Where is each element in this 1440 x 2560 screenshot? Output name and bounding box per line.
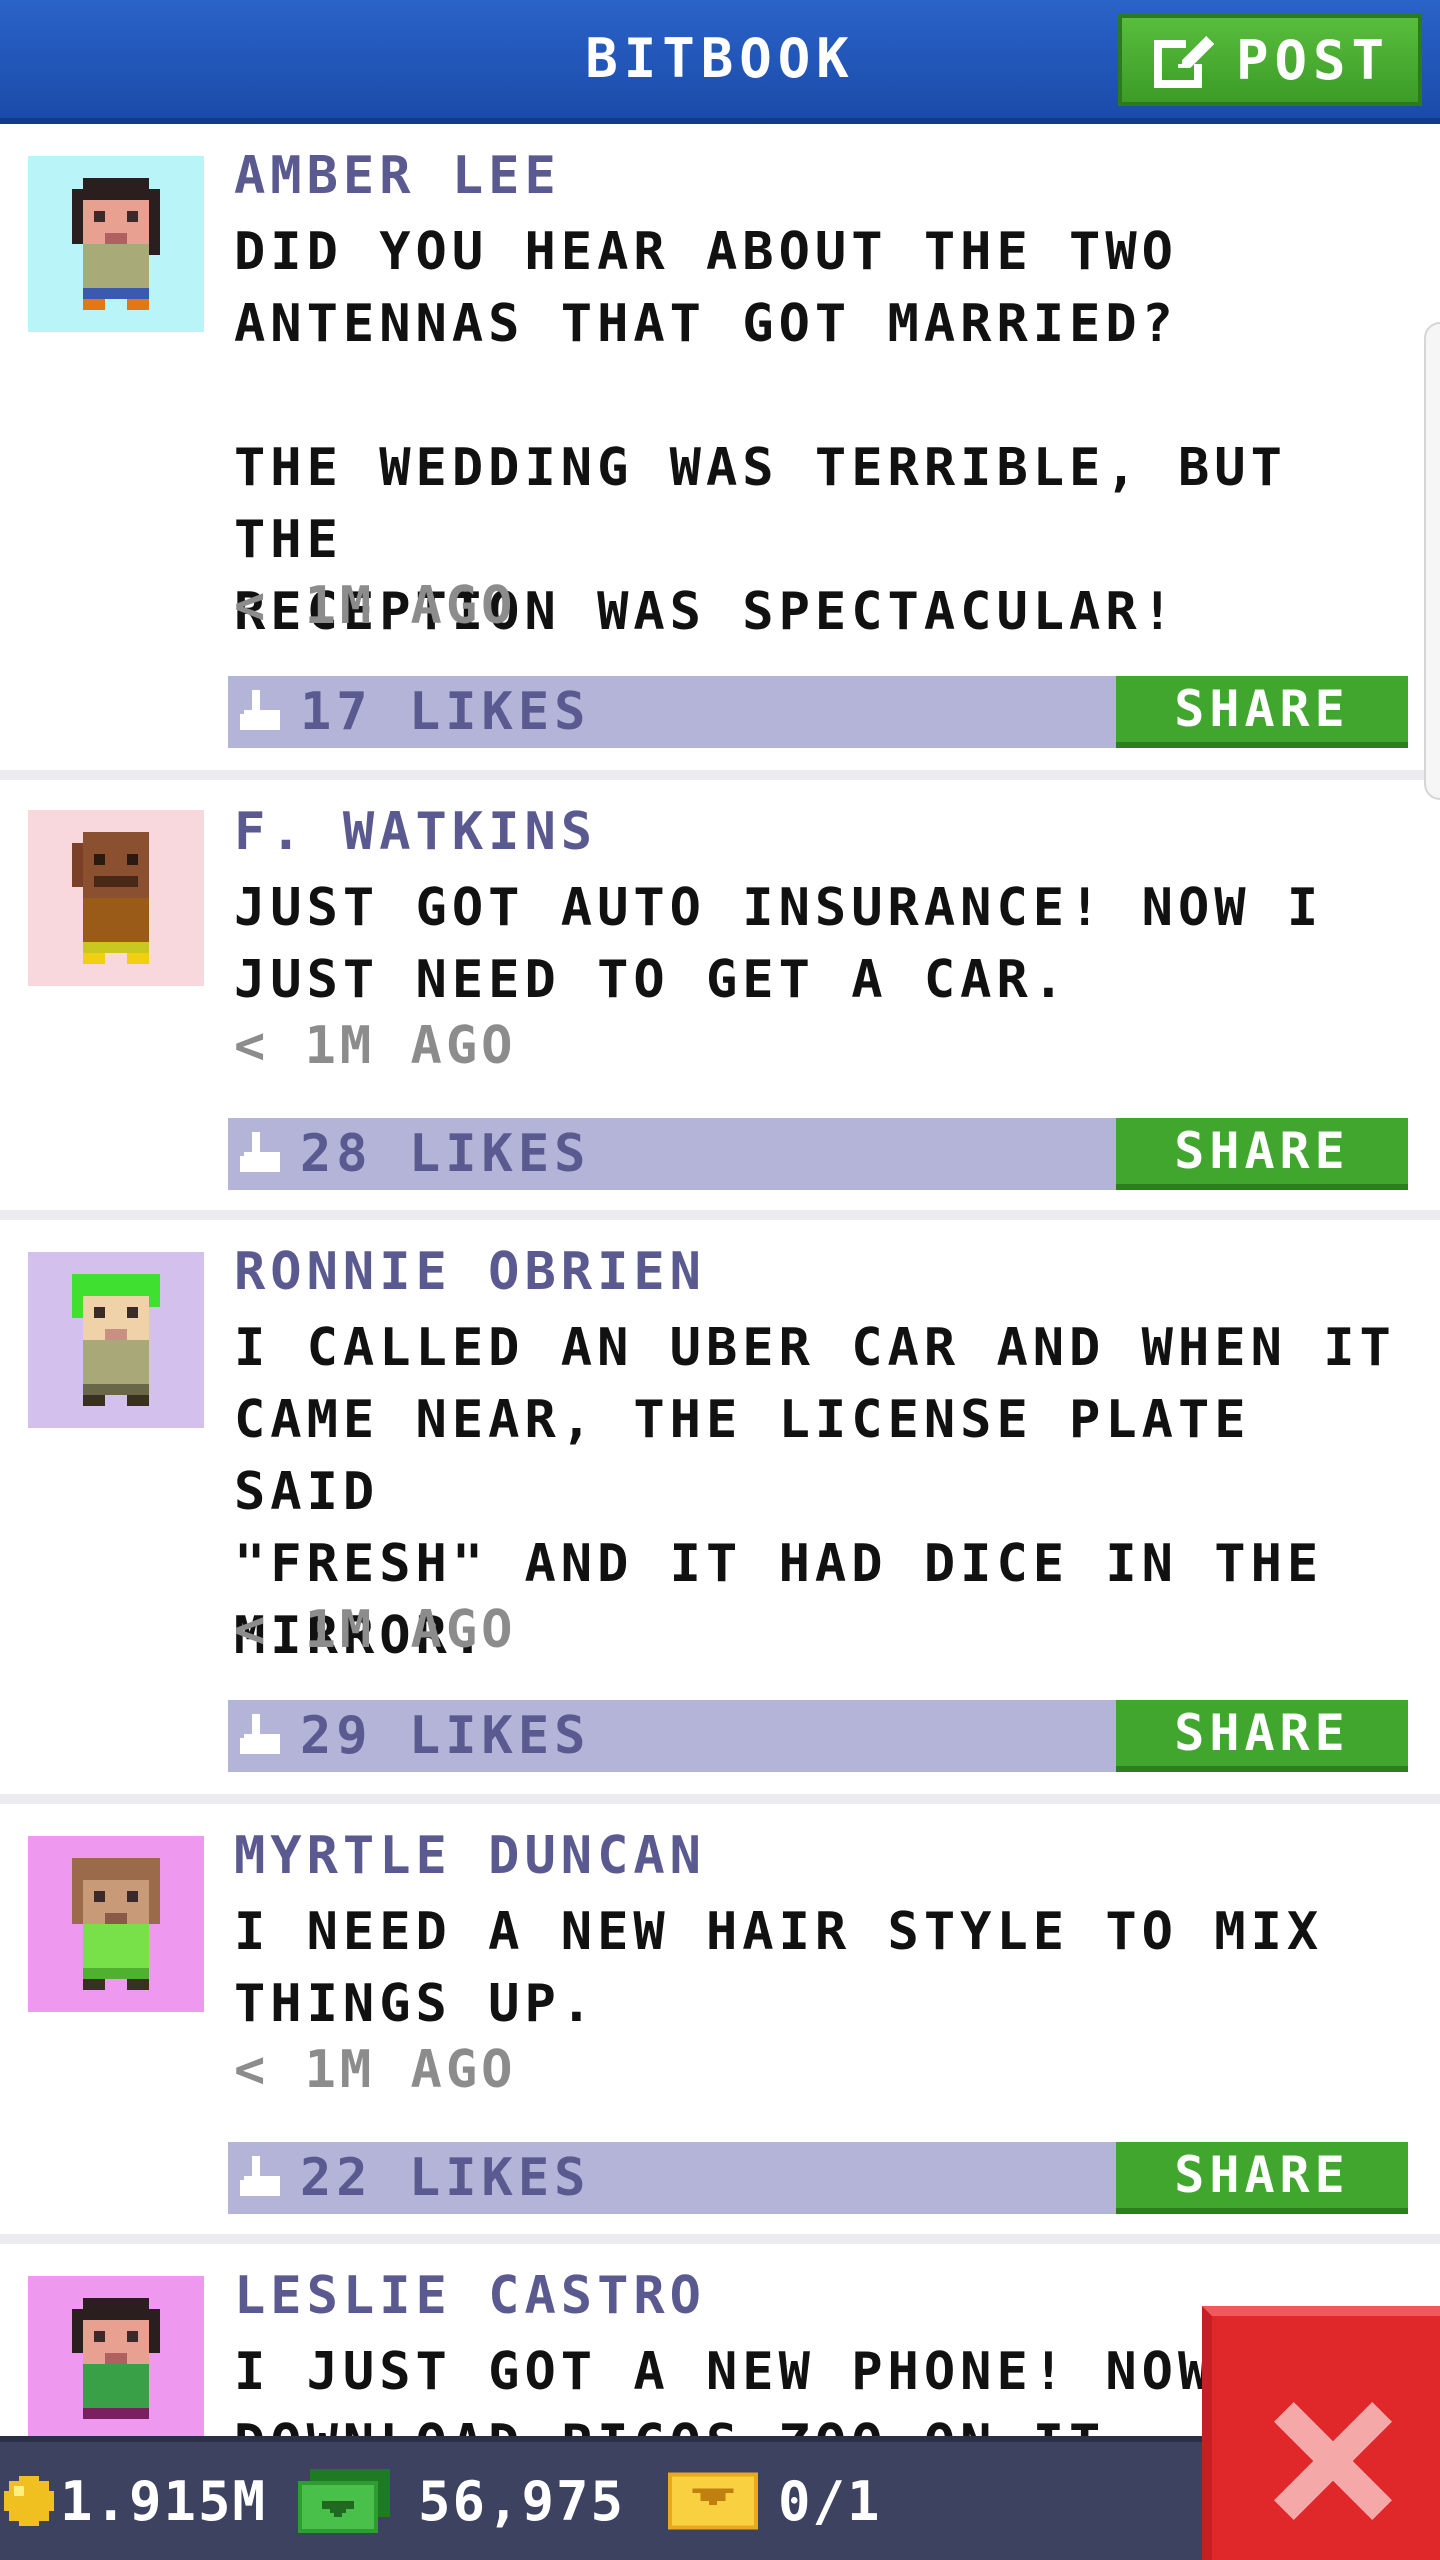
share-button[interactable]: SHARE [1116, 2142, 1408, 2214]
close-icon [1274, 2402, 1392, 2520]
feed[interactable]: AMBER LEE DID YOU HEAR ABOUT THE TWO ANT… [0, 124, 1440, 2436]
post-time[interactable]: < 1M AGO [234, 1600, 516, 1660]
avatar-character [72, 832, 149, 964]
likes-count: 28 LIKES [300, 1124, 591, 1184]
avatar[interactable] [28, 1252, 204, 1428]
likes-bar: 22 LIKES SHARE [228, 2142, 1408, 2214]
post-body: JUST GOT AUTO INSURANCE! NOW I JUST NEED… [234, 878, 1324, 1010]
coins-value: 1.915M [60, 2469, 268, 2533]
likes-count: 17 LIKES [300, 682, 591, 742]
thumbs-up-icon [240, 1132, 280, 1172]
feed-post: F. WATKINS JUST GOT AUTO INSURANCE! NOW … [0, 780, 1440, 1220]
post-button[interactable]: POST [1118, 14, 1422, 106]
tickets-value: 0/1 [778, 2469, 882, 2533]
post-button-label: POST [1235, 28, 1391, 92]
bux-stat: 56,975 [298, 2442, 625, 2560]
ticket-icon [668, 2472, 758, 2530]
like-button[interactable]: 29 LIKES [228, 1700, 590, 1772]
tickets-stat: 0/1 [668, 2442, 882, 2560]
post-author[interactable]: F. WATKINS [234, 802, 597, 862]
like-button[interactable]: 17 LIKES [228, 676, 590, 748]
post-time[interactable]: < 1M AGO [234, 1016, 516, 1076]
compose-icon [1153, 36, 1214, 88]
like-button[interactable]: 28 LIKES [228, 1118, 590, 1190]
avatar-character [72, 178, 160, 310]
like-button[interactable]: 22 LIKES [228, 2142, 590, 2214]
thumbs-up-icon [240, 690, 280, 730]
avatar[interactable] [28, 156, 204, 332]
post-time[interactable]: < 1M AGO [234, 2040, 516, 2100]
avatar[interactable] [28, 1836, 204, 2012]
post-time[interactable]: < 1M AGO [234, 576, 516, 636]
post-author[interactable]: RONNIE OBRIEN [234, 1242, 706, 1302]
app-header: BITBOOK POST [0, 0, 1440, 124]
avatar[interactable] [28, 810, 204, 986]
likes-bar: 29 LIKES SHARE [228, 1700, 1408, 1772]
feed-post: AMBER LEE DID YOU HEAR ABOUT THE TWO ANT… [0, 124, 1440, 780]
post-author[interactable]: MYRTLE DUNCAN [234, 1826, 706, 1886]
coin-icon [4, 2476, 54, 2526]
avatar[interactable] [28, 2276, 204, 2436]
likes-bar: 17 LIKES SHARE [228, 676, 1408, 748]
avatar-character [72, 1858, 160, 1990]
share-button[interactable]: SHARE [1116, 676, 1408, 748]
likes-bar: 28 LIKES SHARE [228, 1118, 1408, 1190]
thumbs-up-icon [240, 2156, 280, 2196]
avatar-character [72, 1274, 160, 1406]
scrollbar[interactable] [1424, 322, 1440, 800]
coins-stat: 1.915M [4, 2442, 267, 2560]
feed-post: MYRTLE DUNCAN I NEED A NEW HAIR STYLE TO… [0, 1804, 1440, 2244]
likes-count: 22 LIKES [300, 2148, 591, 2208]
post-author[interactable]: LESLIE CASTRO [234, 2266, 706, 2326]
post-author[interactable]: AMBER LEE [234, 146, 561, 206]
bux-icon [298, 2469, 390, 2533]
share-button[interactable]: SHARE [1116, 1118, 1408, 1190]
close-button[interactable] [1202, 2306, 1440, 2560]
post-body: I NEED A NEW HAIR STYLE TO MIX THINGS UP… [234, 1902, 1324, 2034]
bux-value: 56,975 [418, 2469, 626, 2533]
thumbs-up-icon [240, 1714, 280, 1754]
feed-post: RONNIE OBRIEN I CALLED AN UBER CAR AND W… [0, 1220, 1440, 1804]
share-button[interactable]: SHARE [1116, 1700, 1408, 1772]
likes-count: 29 LIKES [300, 1706, 591, 1766]
avatar-character [72, 2298, 160, 2419]
